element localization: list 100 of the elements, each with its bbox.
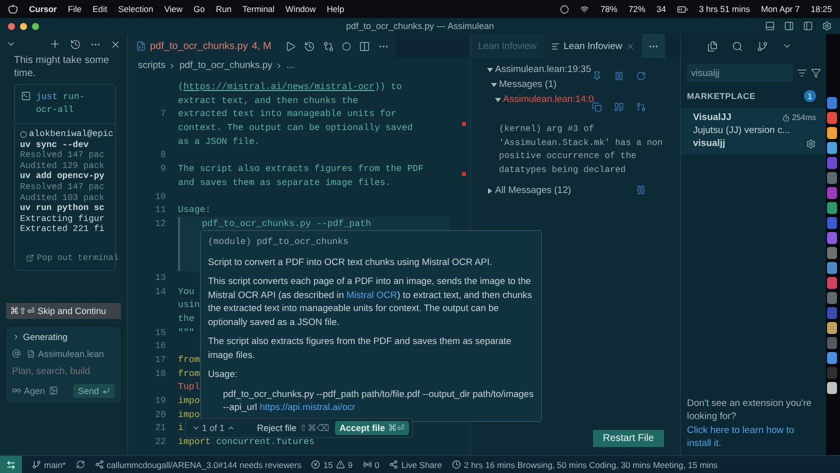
restart-file-button[interactable]: Restart File [592, 430, 664, 447]
copy-icon[interactable] [592, 102, 602, 112]
menu-item[interactable]: Help [326, 4, 344, 14]
pause-icon[interactable] [636, 185, 646, 196]
terminal-line: Audited 129 pack [20, 160, 106, 172]
extension-item[interactable]: VisualJJ 254ms Jujutsu (JJ) version c... visualjj [681, 108, 826, 155]
goal-location[interactable]: Assimulean.lean:19:35 [495, 64, 592, 75]
message-location[interactable]: Assimulean.lean:14:0 [503, 94, 594, 105]
line-number: 20 [154, 408, 167, 422]
close-icon[interactable] [110, 38, 121, 50]
change-counter[interactable]: 1 of 1 [192, 423, 235, 433]
sync-icon[interactable] [76, 460, 85, 469]
activity-status[interactable]: 2 hrs 16 mins Browsing, 50 mins Coding, 30 mins Meeting, 15 mins [452, 460, 718, 470]
python-file-icon[interactable] [136, 41, 146, 51]
pin-icon[interactable] [592, 71, 602, 81]
breadcrumb-item[interactable]: pdf_to_ocr_chunks.py [179, 60, 272, 71]
compare-icon[interactable] [323, 40, 334, 52]
menu-item[interactable]: Run [216, 4, 232, 14]
pause-icon[interactable] [614, 71, 624, 81]
docs-link[interactable]: Mistral OCR [346, 290, 398, 300]
file-tab[interactable]: pdf_to_ocr_chunks.py 4, M [128, 34, 280, 58]
branch-icon[interactable] [757, 40, 768, 52]
line-number: 12 [154, 216, 167, 231]
filter-icon[interactable] [811, 68, 821, 78]
menu-item[interactable]: Selection [118, 4, 154, 14]
all-messages-heading[interactable]: All Messages (12) [495, 185, 572, 196]
chevron-up-icon[interactable] [226, 424, 235, 432]
remote-button[interactable] [0, 456, 22, 473]
menu-time: 18:25 [810, 4, 832, 14]
code-line: You [177, 284, 194, 298]
reject-file-button[interactable]: Reject file ⇧⌘⌫ [256, 423, 330, 433]
goto-icon[interactable] [636, 102, 646, 112]
terminal-line: Resolved 147 pac [20, 150, 106, 161]
pull-request-status[interactable]: callummcdougall/ARENA_3.0#144 needs reviewers [94, 460, 302, 470]
messages-heading[interactable]: Messages (1) [499, 79, 557, 90]
code-line: Tupl [177, 380, 200, 394]
chat-message: This might take some time. [13, 54, 110, 80]
accept-file-button[interactable]: Accept file ⌘⏎ [335, 421, 409, 435]
chevron-right-icon[interactable] [12, 332, 20, 341]
menu-item[interactable]: View [164, 4, 182, 14]
zoom-window-button[interactable] [32, 22, 39, 30]
mode-selector[interactable]: Agen [12, 386, 46, 396]
branch-status[interactable]: main* [32, 460, 66, 470]
panel-left-icon[interactable] [803, 21, 813, 31]
plus-icon[interactable] [49, 38, 61, 50]
minimize-window-button[interactable] [20, 22, 27, 30]
run-icon[interactable] [285, 40, 296, 52]
menu-item[interactable]: Edit [92, 4, 108, 14]
quote-icon[interactable] [614, 102, 624, 112]
api-link[interactable]: https://api.mistral.ai/ocr [260, 402, 356, 412]
files-icon[interactable] [707, 40, 718, 52]
history-icon[interactable] [304, 40, 316, 52]
status-icon[interactable] [560, 4, 570, 14]
line-number: 7 [160, 107, 167, 122]
caret-down-icon[interactable] [495, 96, 501, 102]
panel-bottom-icon[interactable] [765, 21, 775, 31]
pop-out-terminal-link[interactable]: Pop out terminal [26, 252, 119, 264]
caret-down-icon[interactable] [491, 82, 497, 88]
clear-filter-icon[interactable] [797, 68, 807, 78]
menu-item[interactable]: Terminal [242, 4, 275, 14]
battery-icon[interactable] [676, 4, 688, 14]
image-icon[interactable] [49, 386, 58, 396]
caret-right-icon[interactable] [487, 188, 493, 194]
warning-icon [336, 460, 345, 469]
wifi-icon[interactable] [580, 4, 590, 14]
chevron-down-icon[interactable] [192, 424, 200, 432]
circle-icon[interactable] [342, 42, 352, 50]
enter-key-icon [102, 386, 110, 395]
extension-search-field[interactable]: visualjj [687, 64, 793, 82]
history-icon[interactable] [70, 38, 81, 50]
close-window-button[interactable] [8, 22, 15, 30]
ports-status[interactable]: 0 [362, 460, 380, 470]
infoview-tab[interactable]: Lean Infoview [544, 34, 642, 58]
install-link[interactable]: Click here to learn how to install it. [687, 424, 818, 451]
send-button[interactable]: Send [72, 384, 115, 398]
problems-status[interactable]: 15 9 [311, 460, 353, 470]
mention-icon[interactable] [12, 349, 21, 358]
settings-icon[interactable] [822, 21, 832, 31]
split-editor-icon[interactable] [359, 40, 370, 52]
search-icon[interactable] [732, 40, 743, 52]
apple-icon[interactable] [8, 4, 18, 14]
menu-item[interactable]: Window [286, 4, 316, 14]
module-signature: (module) pdf_to_ocr_chunks [208, 236, 350, 249]
line-number: 8 [160, 148, 167, 162]
menu-item[interactable]: File [68, 4, 82, 14]
breadcrumb-item[interactable]: scripts [138, 60, 166, 71]
code-line: import concurrent.futures [177, 435, 314, 449]
caret-down-icon[interactable] [487, 66, 493, 72]
code-line: usin [177, 298, 200, 312]
menu-item[interactable]: Cursor [29, 4, 57, 14]
chat-input[interactable]: Plan, search, build [12, 366, 115, 377]
refresh-icon[interactable] [636, 71, 646, 81]
settings-icon[interactable] [806, 138, 816, 148]
live-share-status[interactable]: Live Share [389, 460, 442, 470]
context-file-chip[interactable]: Assimulean.lean [27, 348, 104, 359]
menu-item[interactable]: Go [193, 4, 205, 14]
extension-publisher: visualjj [693, 138, 726, 149]
breadcrumb-item[interactable]: ... [286, 60, 294, 71]
panel-right-icon[interactable] [784, 21, 794, 31]
skip-and-continue-button[interactable]: ⌘⇧⏎ Skip and Continu [6, 302, 121, 319]
